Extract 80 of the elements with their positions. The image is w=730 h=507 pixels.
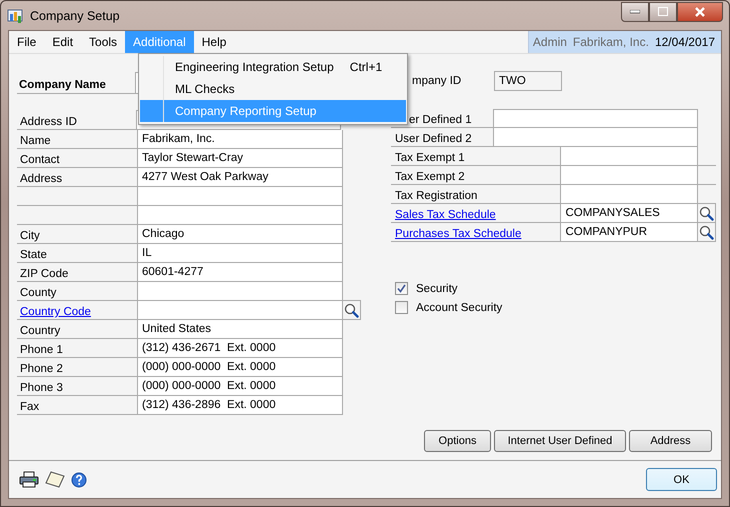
input-field[interactable] [137,282,343,300]
menu-item[interactable]: Edit [44,31,82,53]
input-field[interactable] [560,185,698,203]
lookup-button[interactable] [698,203,716,223]
close-button[interactable] [677,2,723,22]
menu-item[interactable]: Help [194,31,234,53]
input-field[interactable]: (000) 000-0000 Ext. 0000 [137,377,343,395]
field-label: ZIP Code [20,268,68,280]
action-button[interactable]: Address [629,430,712,452]
field-label: Contact [20,154,60,166]
input-field[interactable]: Fabrikam, Inc. [137,130,343,148]
field-link[interactable]: Purchases Tax Schedule [395,228,522,240]
field-link[interactable]: Sales Tax Schedule [395,209,496,221]
input-field[interactable] [492,128,698,146]
help-icon[interactable] [71,472,87,488]
checkbox-label: Security [416,282,458,294]
field-label: mpany ID [411,75,462,87]
field-label: City [20,230,40,242]
input-field[interactable] [137,206,343,224]
checkbox-label: Account Security [416,302,502,314]
user-name: Admin [532,35,567,49]
user-date: 12/04/2017 [654,35,715,49]
action-button[interactable]: Options [424,430,491,452]
input-field[interactable]: Chicago [137,225,343,243]
field-label: Country [20,325,60,337]
company-name: Fabrikam, Inc. [572,35,649,49]
field-label: Phone 2 [20,363,63,375]
minimize-button[interactable] [621,2,649,22]
ok-button[interactable]: OK [646,468,717,491]
close-icon [694,6,706,16]
input-field[interactable] [492,109,698,127]
input-field[interactable] [137,187,343,205]
field-label: State [20,249,47,261]
search-icon [699,224,714,240]
lookup-button[interactable] [698,222,716,242]
window-title: Company Setup [30,8,120,22]
menu-item[interactable]: File [9,31,44,53]
maximize-button[interactable] [649,2,677,22]
lookup-button[interactable] [343,300,361,320]
minimize-icon [630,10,640,14]
checkbox[interactable] [395,301,408,314]
search-icon [344,302,359,318]
printer-icon[interactable] [19,471,39,488]
input-field[interactable]: (000) 000-0000 Ext. 0000 [137,358,343,376]
input-field[interactable] [560,147,698,165]
app-icon [7,8,24,24]
input-field[interactable] [137,301,343,319]
checkbox[interactable] [395,282,408,295]
input-field[interactable]: 4277 West Oak Parkway [137,168,343,186]
field-label: Tax Exempt 1 [395,152,465,164]
field-label: Address ID [19,115,78,129]
maximize-icon [658,7,668,16]
search-icon [699,206,714,220]
field-label: County [20,287,56,299]
field-link[interactable]: Country Code [20,306,91,318]
field-label: Tax Exempt 2 [395,171,465,183]
input-field[interactable]: IL [137,244,343,262]
field-label: Fax [20,401,40,413]
input-field[interactable]: (312) 436-2896 Ext. 0000 [137,396,343,414]
field-label: Address [20,173,62,185]
field-label: Company Name [18,79,107,93]
input-field[interactable]: COMPANYSALES [560,204,698,222]
field-label: Name [20,135,51,147]
note-icon[interactable] [45,471,65,488]
input-field[interactable] [560,166,698,184]
field-label: Phone 1 [20,344,63,356]
input-field[interactable]: 60601-4277 [137,263,343,281]
input-field[interactable]: United States [137,320,343,338]
field-label: Phone 3 [20,382,63,394]
menu-item[interactable]: ML Checks [140,78,406,100]
field-label: er Defined 1 [409,114,472,126]
input-field[interactable]: (312) 436-2671 Ext. 0000 [137,339,343,357]
menu-item[interactable]: Tools [81,31,126,53]
action-button[interactable]: Internet User Defined [494,430,626,452]
menu-item[interactable]: Engineering Integration Setup Ctrl+1 [140,56,406,78]
field-label: User Defined 2 [395,133,472,145]
input-field[interactable]: Taylor Stewart-Cray [137,149,343,167]
company-id-field: TWO [494,71,562,91]
input-field[interactable]: COMPANYPUR [560,223,698,241]
field-label: Tax Registration [395,190,478,202]
